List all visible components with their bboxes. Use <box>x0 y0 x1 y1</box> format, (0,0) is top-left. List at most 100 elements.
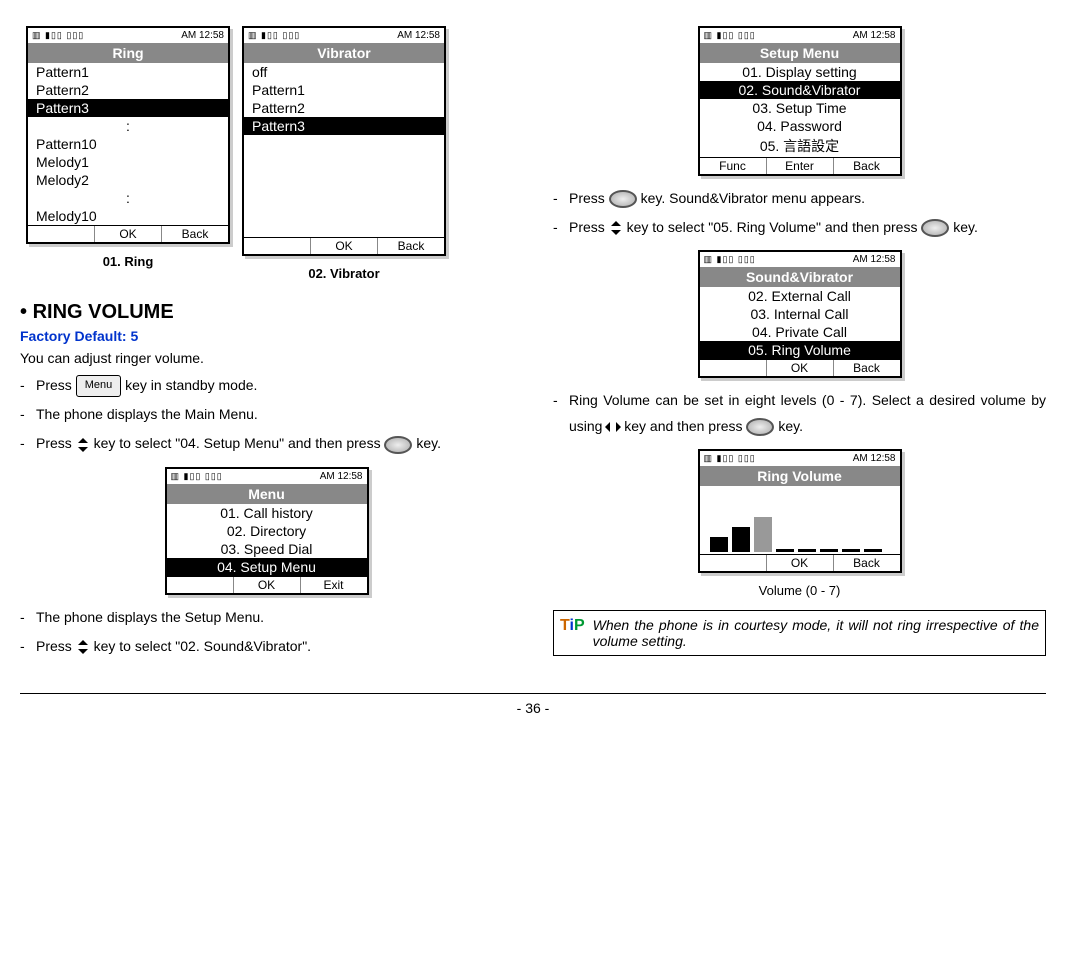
softkey-left[interactable] <box>28 226 95 242</box>
softkey-left[interactable] <box>700 555 767 571</box>
list-item[interactable]: Pattern3 <box>244 117 444 135</box>
softkey-center[interactable]: OK <box>311 238 378 254</box>
ring-screen: ▥ ▮▯▯ ▯▯▯ AM 12:58 Ring Pattern1 Pattern… <box>26 26 230 244</box>
softkey-left[interactable] <box>244 238 311 254</box>
list-item[interactable]: Melody1 <box>28 153 228 171</box>
softkey-right[interactable]: Back <box>834 360 900 376</box>
vibrator-screen: ▥ ▮▯▯ ▯▯▯ AM 12:58 Vibrator off Pattern1… <box>242 26 446 256</box>
volume-bar <box>776 546 794 552</box>
list-item[interactable]: 05. 言語設定 <box>700 135 900 157</box>
step: - Press Menu key in standby mode. <box>20 373 513 398</box>
softkey-left[interactable]: Func <box>700 158 767 174</box>
list-item[interactable]: Pattern1 <box>28 63 228 81</box>
list-item[interactable]: 03. Internal Call <box>700 305 900 323</box>
list-item[interactable]: Pattern1 <box>244 81 444 99</box>
list-item[interactable]: 02. Sound&Vibrator <box>700 81 900 99</box>
ok-key-icon <box>921 219 949 237</box>
softkey-left[interactable] <box>167 577 234 593</box>
list-item[interactable]: 01. Call history <box>167 504 367 522</box>
list-item[interactable]: 01. Display setting <box>700 63 900 81</box>
list-item[interactable]: off <box>244 63 444 81</box>
softkey-left[interactable] <box>700 360 767 376</box>
volume-bar <box>732 527 750 552</box>
tip-text: When the phone is in courtesy mode, it w… <box>593 617 1039 649</box>
ok-key-icon <box>746 418 774 436</box>
step: - Press key. Sound&Vibrator menu appears… <box>553 186 1046 211</box>
list-item[interactable]: Pattern3 <box>28 99 228 117</box>
volume-bars[interactable] <box>700 486 900 554</box>
time-label: AM 12:58 <box>853 453 896 464</box>
ring-caption: 01. Ring <box>20 254 236 269</box>
setup-list[interactable]: 01. Display setting 02. Sound&Vibrator 0… <box>700 63 900 157</box>
page-footer: - 36 - <box>20 693 1046 716</box>
ring-list[interactable]: Pattern1 Pattern2 Pattern3 : Pattern10 M… <box>28 63 228 225</box>
updown-key-icon <box>76 439 90 451</box>
time-label: AM 12:58 <box>320 471 363 482</box>
step: - Press key to select "05. Ring Volume" … <box>553 215 1046 240</box>
sound-list[interactable]: 02. External Call 03. Internal Call 04. … <box>700 287 900 359</box>
softkey-right[interactable]: Back <box>834 555 900 571</box>
ok-key-icon <box>384 436 412 454</box>
volume-screen: ▥ ▮▯▯ ▯▯▯ AM 12:58 Ring Volume OK <box>698 449 902 573</box>
softkey-center[interactable]: OK <box>767 555 834 571</box>
list-item: : <box>28 189 228 207</box>
status-icons: ▥ ▮▯▯ ▯▯▯ <box>32 30 84 41</box>
softkey-right[interactable]: Exit <box>301 577 367 593</box>
vibrator-list[interactable]: off Pattern1 Pattern2 Pattern3 <box>244 63 444 237</box>
intro-text: You can adjust ringer volume. <box>20 348 513 369</box>
updown-key-icon <box>76 641 90 653</box>
volume-bar <box>820 546 838 552</box>
list-item[interactable]: Pattern10 <box>28 135 228 153</box>
page-number: - 36 - <box>517 700 550 716</box>
list-item[interactable]: 04. Private Call <box>700 323 900 341</box>
list-item[interactable]: Pattern2 <box>28 81 228 99</box>
step: - The phone displays the Setup Menu. <box>20 605 513 630</box>
vibrator-caption: 02. Vibrator <box>236 266 452 281</box>
list-item[interactable]: Melody2 <box>28 171 228 189</box>
tip-icon: TiP <box>560 617 585 635</box>
vibrator-title: Vibrator <box>244 43 444 63</box>
step: - Press key to select "02. Sound&Vibrato… <box>20 634 513 659</box>
list-item[interactable]: 05. Ring Volume <box>700 341 900 359</box>
time-label: AM 12:58 <box>181 30 224 41</box>
menu-list[interactable]: 01. Call history 02. Directory 03. Speed… <box>167 504 367 576</box>
time-label: AM 12:58 <box>853 30 896 41</box>
time-label: AM 12:58 <box>397 30 440 41</box>
updown-key-icon <box>609 222 623 234</box>
volume-bar <box>842 546 860 552</box>
softkey-right[interactable]: Back <box>378 238 444 254</box>
volume-caption: Volume (0 - 7) <box>553 583 1046 598</box>
softkey-center[interactable]: OK <box>95 226 162 242</box>
list-item[interactable]: 03. Speed Dial <box>167 540 367 558</box>
softkey-center[interactable]: Enter <box>767 158 834 174</box>
setup-title: Setup Menu <box>700 43 900 63</box>
volume-title: Ring Volume <box>700 466 900 486</box>
softkey-center[interactable]: OK <box>234 577 301 593</box>
time-label: AM 12:58 <box>853 254 896 265</box>
leftright-key-icon <box>606 421 620 433</box>
list-item[interactable]: Melody10 <box>28 207 228 225</box>
status-icons: ▥ ▮▯▯ ▯▯▯ <box>171 471 223 482</box>
list-item[interactable]: 03. Setup Time <box>700 99 900 117</box>
list-item[interactable]: 02. Directory <box>167 522 367 540</box>
softkey-center[interactable]: OK <box>767 360 834 376</box>
menu-key-icon: Menu <box>76 375 122 397</box>
softkey-right[interactable]: Back <box>162 226 228 242</box>
factory-default: Factory Default: 5 <box>20 328 513 344</box>
sound-title: Sound&Vibrator <box>700 267 900 287</box>
setup-screen: ▥ ▮▯▯ ▯▯▯ AM 12:58 Setup Menu 01. Displa… <box>698 26 902 176</box>
status-icons: ▥ ▮▯▯ ▯▯▯ <box>704 254 756 265</box>
ring-title: Ring <box>28 43 228 63</box>
ok-key-icon <box>609 190 637 208</box>
softkey-right[interactable]: Back <box>834 158 900 174</box>
list-item[interactable]: 04. Password <box>700 117 900 135</box>
volume-bar <box>798 546 816 552</box>
list-item: : <box>28 117 228 135</box>
list-item[interactable]: 04. Setup Menu <box>167 558 367 576</box>
list-item[interactable]: Pattern2 <box>244 99 444 117</box>
list-item[interactable]: 02. External Call <box>700 287 900 305</box>
step: - Press key to select "04. Setup Menu" a… <box>20 431 513 456</box>
section-heading: RING VOLUME <box>20 301 513 324</box>
tip-box: TiP When the phone is in courtesy mode, … <box>553 610 1046 656</box>
sound-screen: ▥ ▮▯▯ ▯▯▯ AM 12:58 Sound&Vibrator 02. Ex… <box>698 250 902 378</box>
